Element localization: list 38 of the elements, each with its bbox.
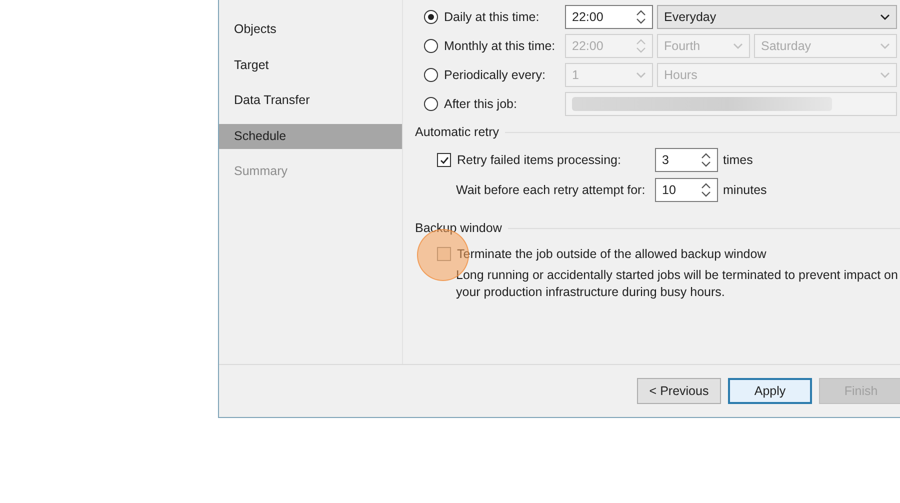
radio-button[interactable] (424, 39, 438, 53)
option-label: Periodically every: (444, 68, 546, 82)
radio-button[interactable] (424, 10, 438, 24)
chevron-down-icon (636, 72, 646, 78)
group-title: Backup window (415, 221, 502, 235)
spinner-arrows-icon (701, 182, 711, 198)
sidebar-item[interactable]: Data Transfer (219, 83, 402, 118)
number-spinner[interactable]: 3 (655, 148, 718, 172)
time-spinner[interactable]: 22:00 (565, 5, 653, 29)
wizard-button[interactable]: Apply (728, 378, 812, 404)
group-title: Automatic retry (415, 125, 500, 139)
chevron-down-icon (880, 14, 890, 20)
chevron-down-icon (880, 43, 890, 49)
spinner-arrows-icon (636, 9, 646, 25)
sidebar-item[interactable]: Schedule (219, 124, 402, 148)
spinner-arrows-icon (701, 152, 711, 168)
unit-label: minutes (723, 183, 767, 197)
job-field[interactable] (565, 92, 897, 116)
spinner-arrows-icon (636, 38, 646, 54)
chevron-down-icon (880, 72, 890, 78)
option-label: After this job: (444, 97, 517, 111)
sidebar-item[interactable]: Target (219, 48, 402, 83)
option-label: Daily at this time: (444, 10, 540, 24)
dropdown[interactable]: Everyday (657, 5, 897, 29)
checkbox-label: Retry failed items processing: (457, 153, 621, 167)
checkmark-icon (438, 154, 450, 166)
wait-label: Wait before each retry attempt for: (456, 183, 646, 197)
description-text: Long running or accidentally started jobs will be terminated to prevent impact on your production infrastructure during busy hours. (456, 267, 899, 301)
radio-button[interactable] (424, 97, 438, 111)
checkbox[interactable] (437, 247, 451, 261)
unit-label: times (723, 153, 753, 167)
sidebar-item[interactable]: Objects (219, 12, 402, 48)
wizard-button[interactable]: < Previous (637, 378, 721, 404)
number-spinner[interactable]: 10 (655, 178, 718, 202)
checkbox[interactable] (437, 153, 451, 167)
radio-button[interactable] (424, 68, 438, 82)
chevron-down-icon (733, 43, 743, 49)
option-label: Monthly at this time: (444, 39, 556, 53)
